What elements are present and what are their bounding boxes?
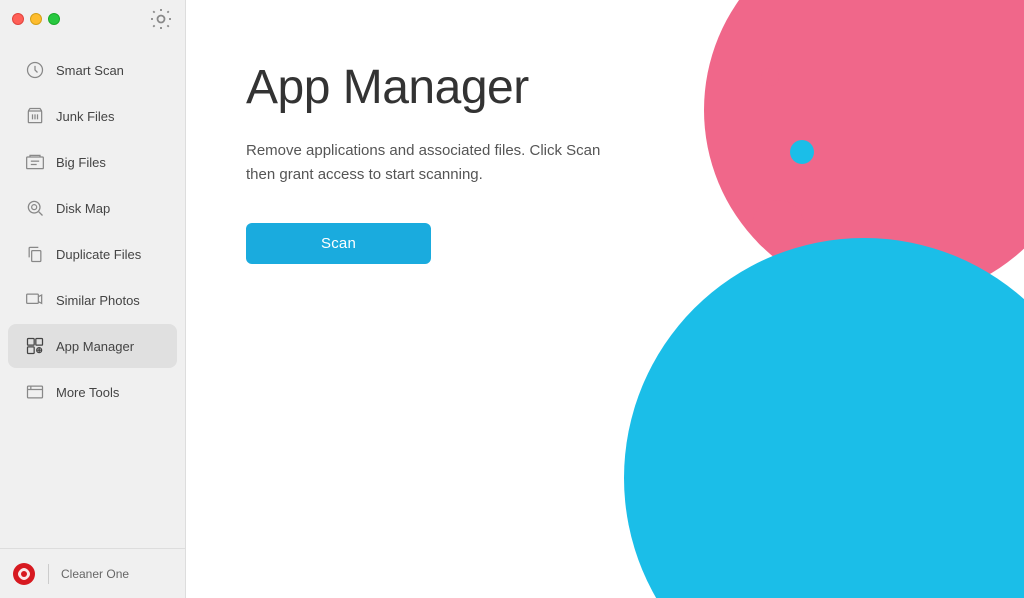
traffic-lights — [12, 13, 60, 25]
sidebar-item-disk-map[interactable]: Disk Map — [8, 186, 177, 230]
sidebar: Smart Scan Junk Files — [0, 0, 186, 598]
sidebar-item-label: Junk Files — [56, 109, 115, 124]
sidebar-item-label: Disk Map — [56, 201, 110, 216]
similar-photos-icon — [24, 289, 46, 311]
sidebar-item-similar-photos[interactable]: Similar Photos — [8, 278, 177, 322]
sidebar-item-label: Similar Photos — [56, 293, 140, 308]
duplicate-files-icon — [24, 243, 46, 265]
more-tools-icon — [24, 381, 46, 403]
page-title: App Manager — [246, 60, 964, 115]
scan-button[interactable]: Scan — [246, 223, 431, 264]
page-description: Remove applications and associated files… — [246, 139, 626, 187]
sidebar-item-more-tools[interactable]: More Tools — [8, 370, 177, 414]
sidebar-footer: Cleaner One — [0, 548, 185, 598]
maximize-button[interactable] — [48, 13, 60, 25]
trend-micro-icon — [12, 562, 36, 586]
sidebar-item-big-files[interactable]: Big Files — [8, 140, 177, 184]
nav-items: Smart Scan Junk Files — [0, 38, 185, 548]
sidebar-item-duplicate-files[interactable]: Duplicate Files — [8, 232, 177, 276]
sidebar-item-junk-files[interactable]: Junk Files — [8, 94, 177, 138]
main-content: App Manager Remove applications and asso… — [186, 0, 1024, 598]
settings-icon[interactable] — [149, 7, 173, 31]
sidebar-item-smart-scan[interactable]: Smart Scan — [8, 48, 177, 92]
sidebar-item-label: Big Files — [56, 155, 106, 170]
minimize-button[interactable] — [30, 13, 42, 25]
titlebar — [0, 0, 185, 38]
app-manager-icon — [24, 335, 46, 357]
big-files-icon — [24, 151, 46, 173]
sidebar-item-label: Smart Scan — [56, 63, 124, 78]
sidebar-item-label: Duplicate Files — [56, 247, 141, 262]
close-button[interactable] — [12, 13, 24, 25]
junk-files-icon — [24, 105, 46, 127]
sidebar-item-app-manager[interactable]: App Manager — [8, 324, 177, 368]
smart-scan-icon — [24, 59, 46, 81]
content-area: App Manager Remove applications and asso… — [186, 0, 1024, 598]
sidebar-item-label: App Manager — [56, 339, 134, 354]
sidebar-item-label: More Tools — [56, 385, 119, 400]
disk-map-icon — [24, 197, 46, 219]
footer-app-name: Cleaner One — [61, 567, 129, 581]
footer-divider — [48, 564, 49, 584]
trend-logo — [12, 562, 36, 586]
